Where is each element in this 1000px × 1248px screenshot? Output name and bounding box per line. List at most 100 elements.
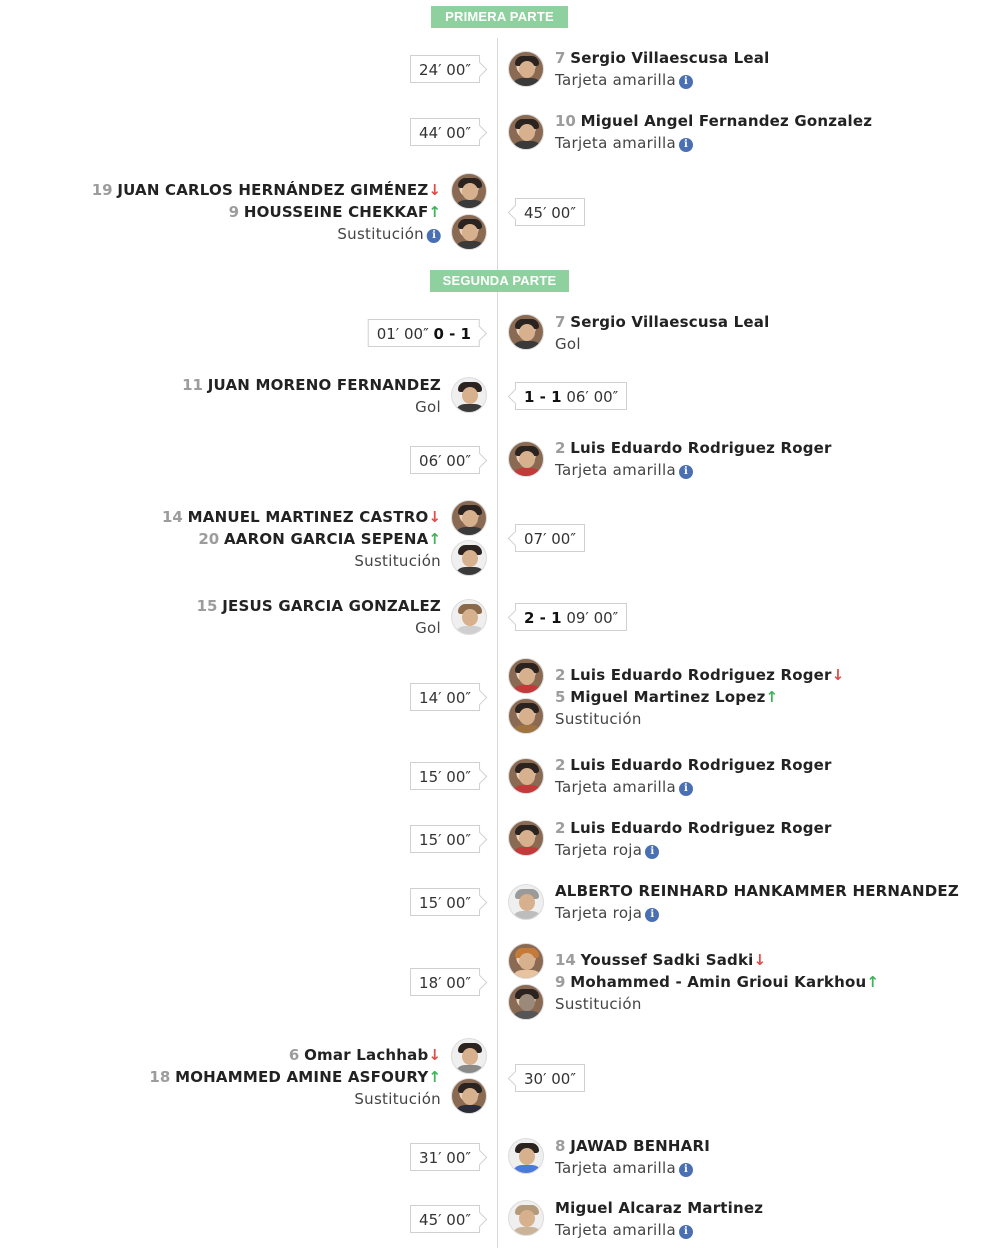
player-in-name[interactable]: Miguel Martinez Lopez	[570, 688, 765, 706]
event-time: 45′ 00″	[515, 198, 585, 226]
player-avatar[interactable]	[451, 1038, 487, 1074]
event-time: 2 - 1 09′ 00″	[515, 603, 628, 631]
player-number: 14	[161, 508, 183, 526]
info-icon[interactable]: i	[645, 845, 660, 859]
player-avatar[interactable]	[508, 758, 544, 794]
player-name[interactable]: JUAN MORENO FERNANDEZ	[208, 376, 441, 394]
event-detail: 2 Luis Eduardo Rodriguez Roger Tarjeta a…	[555, 754, 832, 798]
player-name[interactable]: Luis Eduardo Rodriguez Roger	[570, 819, 831, 837]
event-detail: 7 Sergio Villaescusa Leal Gol	[555, 311, 769, 355]
player-avatar[interactable]	[451, 1078, 487, 1114]
player-number: 20	[198, 530, 220, 548]
info-icon[interactable]: i	[678, 1225, 693, 1239]
event-detail: 10 Miguel Angel Fernandez Gonzalez Tarje…	[555, 110, 872, 154]
player-avatar[interactable]	[451, 500, 487, 536]
info-icon[interactable]: i	[678, 1163, 693, 1177]
info-icon[interactable]: i	[678, 75, 693, 89]
player-out-name[interactable]: Luis Eduardo Rodriguez Roger	[570, 666, 831, 684]
player-out-name[interactable]: JUAN CARLOS HERNÁNDEZ GIMÉNEZ	[117, 181, 428, 199]
player-avatar[interactable]	[508, 314, 544, 350]
event-type: Tarjeta amarilla	[555, 71, 676, 89]
player-name[interactable]: Sergio Villaescusa Leal	[570, 49, 769, 67]
section-second-half: SEGUNDA PARTE	[430, 270, 569, 292]
event-type: Sustitución	[354, 552, 441, 570]
player-number: 6	[288, 1046, 300, 1064]
player-name[interactable]: JAWAD BENHARI	[570, 1137, 710, 1155]
player-avatar[interactable]	[508, 884, 544, 920]
player-out-name[interactable]: Youssef Sadki Sadki	[581, 951, 754, 969]
event-type: Tarjeta amarilla	[555, 1159, 676, 1177]
info-icon[interactable]: i	[427, 229, 441, 243]
player-name[interactable]: Miguel Alcaraz Martinez	[555, 1199, 763, 1217]
event-type: Gol	[415, 398, 441, 416]
info-icon[interactable]: i	[678, 782, 693, 796]
player-avatar[interactable]	[508, 51, 544, 87]
info-icon[interactable]: i	[678, 138, 693, 152]
event-detail: 2 Luis Eduardo Rodriguez Roger Tarjeta r…	[555, 817, 832, 861]
event-time: 01′ 00″ 0 - 1	[367, 319, 480, 347]
arrow-up-icon: ↑	[765, 688, 779, 706]
event-type: Tarjeta amarilla	[555, 461, 676, 479]
player-number: 9	[555, 973, 566, 991]
player-name[interactable]: Sergio Villaescusa Leal	[570, 313, 769, 331]
player-avatar[interactable]	[508, 984, 544, 1020]
player-avatar[interactable]	[451, 173, 487, 209]
info-icon[interactable]: i	[645, 908, 660, 922]
player-avatar[interactable]	[451, 540, 487, 576]
player-number: 14	[555, 951, 576, 969]
player-number: 7	[555, 49, 566, 67]
player-avatar[interactable]	[508, 820, 544, 856]
player-name[interactable]: JESUS GARCIA GONZALEZ	[222, 597, 441, 615]
event-detail: 2 Luis Eduardo Rodriguez Roger Tarjeta a…	[555, 437, 832, 481]
player-avatar[interactable]	[508, 1138, 544, 1174]
event-detail: 8 JAWAD BENHARI Tarjeta amarilla i	[555, 1135, 710, 1179]
player-number: 2	[555, 439, 566, 457]
event-time: 18′ 00″	[410, 968, 480, 996]
player-number: 7	[555, 313, 566, 331]
player-avatar[interactable]	[451, 377, 487, 413]
player-number: 5	[555, 688, 566, 706]
player-avatar[interactable]	[508, 658, 544, 694]
player-name[interactable]: Luis Eduardo Rodriguez Roger	[570, 756, 831, 774]
player-number: 2	[555, 819, 566, 837]
player-avatar[interactable]	[451, 214, 487, 250]
player-number: 19	[91, 181, 113, 199]
player-in-name[interactable]: AARON GARCIA SEPENA	[224, 530, 428, 548]
arrow-up-icon: ↑	[428, 203, 441, 221]
player-avatar[interactable]	[508, 1200, 544, 1236]
player-name[interactable]: ALBERTO REINHARD HANKAMMER HERNANDEZ	[555, 882, 959, 900]
event-time: 15′ 00″	[410, 762, 480, 790]
event-type: Sustitución	[337, 225, 424, 243]
player-avatar[interactable]	[451, 599, 487, 635]
event-detail: 2 Luis Eduardo Rodriguez Roger↓ 5 Miguel…	[555, 664, 844, 730]
player-avatar[interactable]	[508, 441, 544, 477]
player-number: 2	[555, 756, 566, 774]
player-in-name[interactable]: MOHAMMED AMINE ASFOURY	[175, 1068, 428, 1086]
player-number: 2	[555, 666, 566, 684]
player-out-name[interactable]: Omar Lachhab	[304, 1046, 428, 1064]
event-time: 31′ 00″	[410, 1143, 480, 1171]
event-type: Gol	[415, 619, 441, 637]
arrow-up-icon: ↑	[428, 1068, 441, 1086]
player-avatar[interactable]	[508, 114, 544, 150]
arrow-up-icon: ↑	[428, 530, 441, 548]
player-in-name[interactable]: HOUSSEINE CHEKKAF	[244, 203, 429, 221]
info-icon[interactable]: i	[678, 465, 693, 479]
player-avatar[interactable]	[508, 943, 544, 979]
event-detail: ALBERTO REINHARD HANKAMMER HERNANDEZ Tar…	[555, 880, 959, 924]
event-detail: 6 Omar Lachhab↓ 18 MOHAMMED AMINE ASFOUR…	[149, 1044, 441, 1110]
player-in-name[interactable]: Mohammed - Amin Grioui Karkhou	[570, 973, 866, 991]
event-time: 15′ 00″	[410, 888, 480, 916]
event-type: Tarjeta roja	[555, 841, 643, 859]
score: 0 - 1	[433, 325, 471, 343]
event-detail: 14 MANUEL MARTINEZ CASTRO↓ 20 AARON GARC…	[162, 506, 441, 572]
event-detail: 19 JUAN CARLOS HERNÁNDEZ GIMÉNEZ↓ 9 HOUS…	[92, 179, 441, 245]
event-detail: Miguel Alcaraz Martinez Tarjeta amarilla…	[555, 1197, 763, 1241]
event-type: Tarjeta amarilla	[555, 134, 676, 152]
event-time: 07′ 00″	[515, 524, 585, 552]
player-name[interactable]: Miguel Angel Fernandez Gonzalez	[581, 112, 873, 130]
player-name[interactable]: Luis Eduardo Rodriguez Roger	[570, 439, 831, 457]
event-time: 24′ 00″	[410, 55, 480, 83]
player-avatar[interactable]	[508, 698, 544, 734]
player-out-name[interactable]: MANUEL MARTINEZ CASTRO	[188, 508, 429, 526]
